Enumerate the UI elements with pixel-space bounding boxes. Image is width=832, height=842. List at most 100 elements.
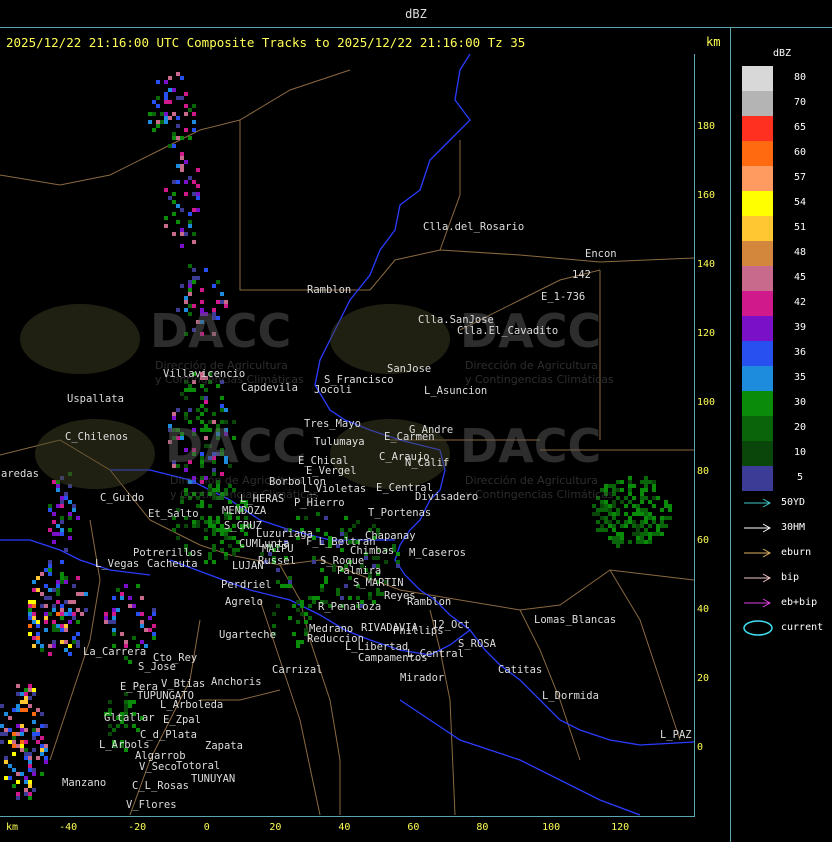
echo-pixel — [224, 408, 228, 412]
echo-pixel — [148, 628, 152, 632]
echo-pixel — [16, 684, 20, 688]
echo-pixel — [156, 124, 160, 128]
echo-pixel — [28, 768, 32, 772]
scale-swatch-80: 80 — [742, 66, 806, 91]
echo-pixel — [220, 548, 224, 552]
echo-pixel — [356, 596, 360, 600]
echo-pixel — [132, 636, 136, 640]
echo-pixel — [308, 596, 312, 600]
echo-pixel — [164, 96, 168, 100]
echo-pixel — [44, 604, 48, 608]
echo-pixel — [176, 536, 180, 540]
place-label: MENDOZA — [222, 505, 267, 517]
echo-pixel — [152, 100, 156, 104]
echo-pixel — [28, 784, 32, 788]
echo-pixel — [124, 700, 128, 704]
place-label: Totoral — [176, 760, 221, 772]
echo-pixel — [396, 564, 400, 568]
legend-title: dBZ — [772, 48, 792, 59]
place-label: Villavicencio — [163, 368, 246, 380]
echo-pixel — [216, 528, 220, 532]
echo-pixel — [40, 752, 44, 756]
echo-pixel — [664, 524, 668, 528]
echo-pixel — [620, 536, 624, 540]
echo-pixel — [204, 560, 208, 564]
echo-pixel — [596, 508, 600, 512]
echo-pixel — [628, 500, 632, 504]
echo-pixel — [36, 588, 40, 592]
echo-pixel — [152, 636, 156, 640]
place-label: E_Carmen — [384, 431, 435, 443]
echo-pixel — [600, 516, 604, 520]
echo-pixel — [168, 196, 172, 200]
echo-pixel — [152, 608, 156, 612]
echo-pixel — [52, 628, 56, 632]
echo-pixel — [344, 516, 348, 520]
radar-map[interactable]: DACC Dirección de Agricultura y Contingenc… — [0, 54, 695, 817]
echo-pixel — [80, 592, 84, 596]
echo-pixel — [40, 604, 44, 608]
echo-pixel — [108, 700, 112, 704]
place-label: M_Caseros — [409, 547, 466, 559]
echo-pixel — [300, 640, 304, 644]
echo-pixel — [652, 516, 656, 520]
echo-pixel — [56, 484, 60, 488]
echo-pixel — [304, 620, 308, 624]
scale-value: 39 — [793, 322, 807, 333]
echo-pixel — [32, 644, 36, 648]
echo-pixel — [112, 620, 116, 624]
echo-pixel — [36, 624, 40, 628]
echo-pixel — [232, 536, 236, 540]
echo-pixel — [232, 548, 236, 552]
echo-pixel — [64, 628, 68, 632]
echo-pixel — [284, 584, 288, 588]
echo-pixel — [652, 532, 656, 536]
echo-pixel — [640, 520, 644, 524]
scale-swatch-65: 65 — [742, 116, 806, 141]
echo-pixel — [644, 512, 648, 516]
echo-pixel — [184, 92, 188, 96]
echo-pixel — [60, 520, 64, 524]
echo-pixel — [148, 112, 152, 116]
echo-pixel — [320, 584, 324, 588]
y-tick-label: 100 — [697, 397, 716, 408]
echo-pixel — [28, 624, 32, 628]
track-label: 30HM — [781, 522, 806, 533]
echo-pixel — [644, 508, 648, 512]
echo-pixel — [28, 600, 32, 604]
echo-pixel — [180, 244, 184, 248]
echo-pixel — [340, 528, 344, 532]
place-label: P_Hierro — [294, 497, 345, 509]
echo-pixel — [608, 536, 612, 540]
echo-pixel — [48, 528, 52, 532]
echo-pixel — [196, 276, 200, 280]
scale-value: 48 — [793, 247, 807, 258]
echo-pixel — [592, 512, 596, 516]
echo-pixel — [228, 536, 232, 540]
echo-pixel — [632, 520, 636, 524]
echo-pixel — [144, 628, 148, 632]
echo-pixel — [48, 596, 52, 600]
echo-pixel — [20, 748, 24, 752]
place-label: Lomas_Blancas — [534, 614, 617, 626]
echo-pixel — [188, 136, 192, 140]
place-label: 142 — [572, 269, 591, 281]
echo-pixel — [196, 192, 200, 196]
scale-swatch-20: 20 — [742, 416, 806, 441]
echo-pixel — [68, 600, 72, 604]
echo-pixel — [72, 600, 76, 604]
echo-pixel — [80, 612, 84, 616]
echo-pixel — [196, 520, 200, 524]
echo-pixel — [180, 156, 184, 160]
echo-pixel — [128, 596, 132, 600]
echo-pixel — [36, 728, 40, 732]
echo-pixel — [44, 628, 48, 632]
echo-pixel — [28, 696, 32, 700]
scale-color-60 — [742, 141, 773, 166]
echo-pixel — [604, 520, 608, 524]
place-label: Perdriel — [221, 579, 272, 591]
echo-pixel — [656, 524, 660, 528]
echo-pixel — [16, 744, 20, 748]
echo-pixel — [312, 560, 316, 564]
echo-pixel — [56, 524, 60, 528]
